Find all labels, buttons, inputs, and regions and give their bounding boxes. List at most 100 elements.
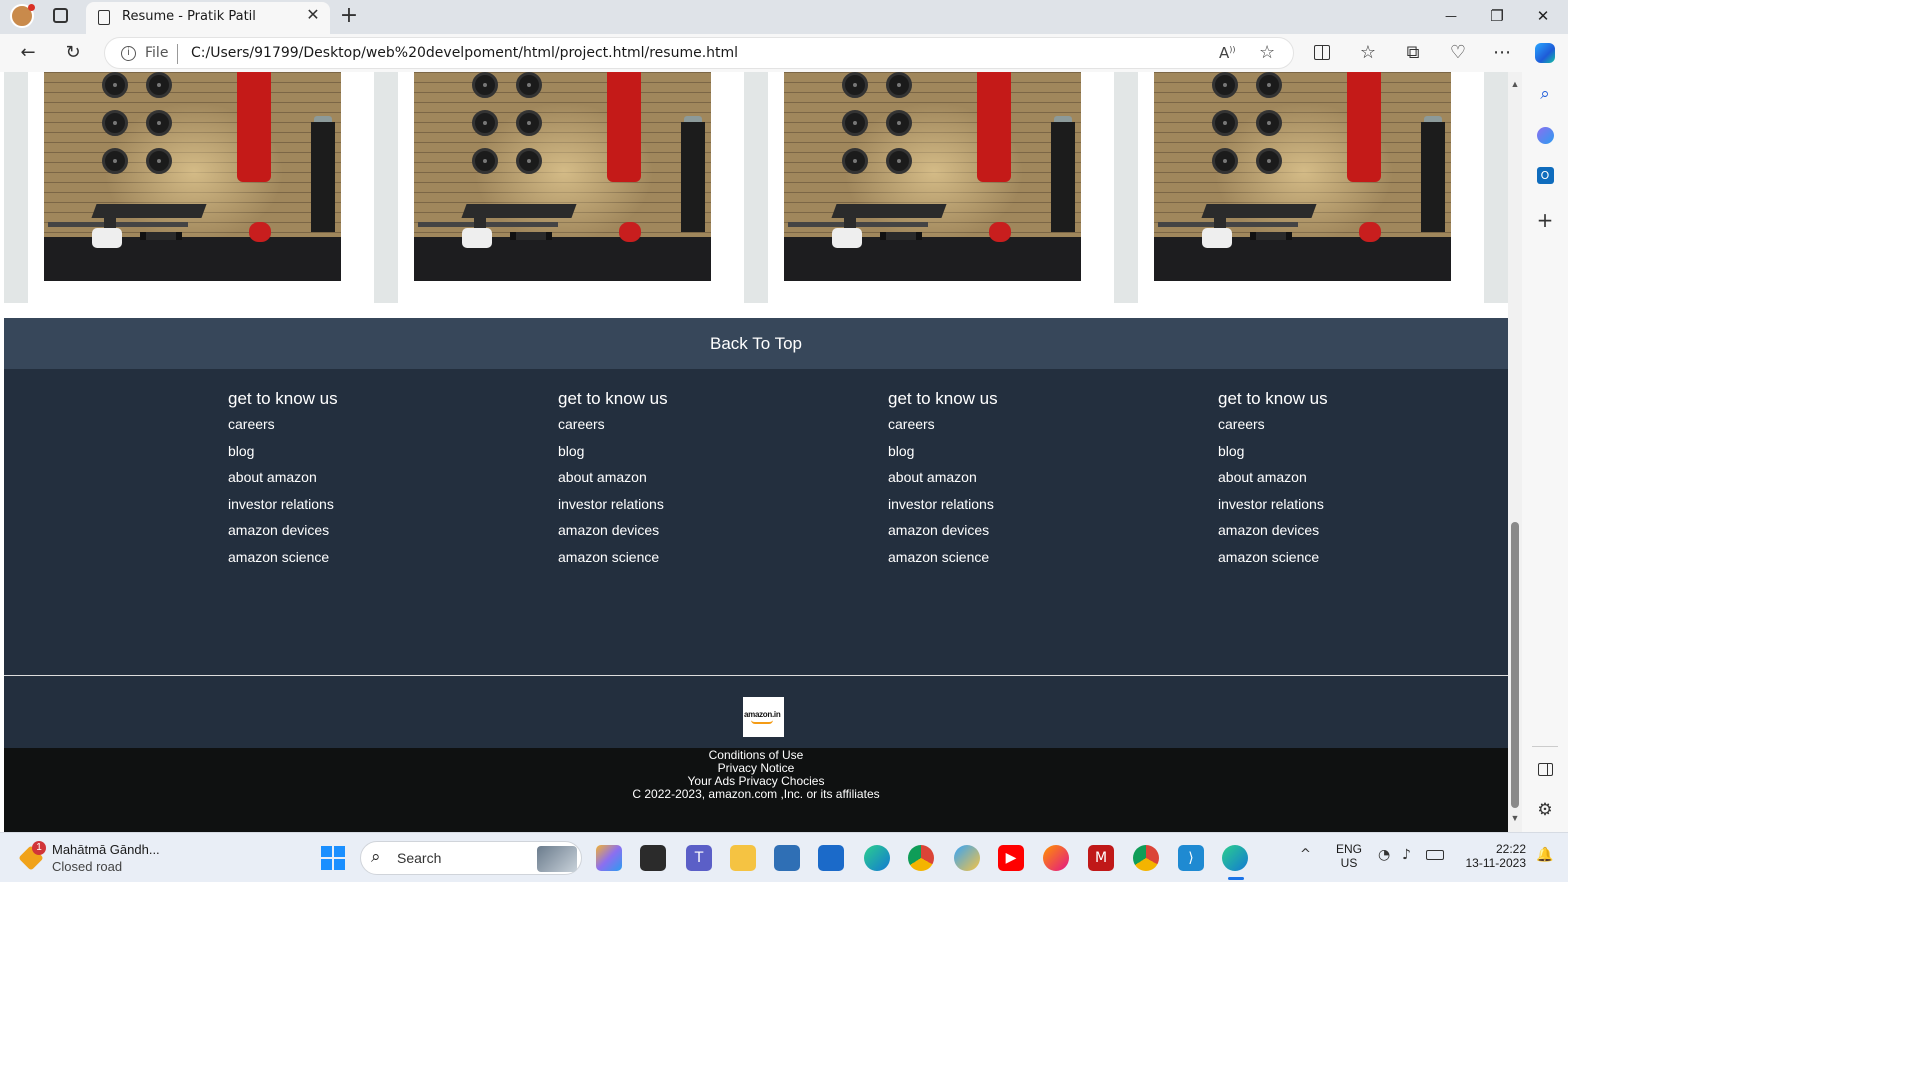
favorite-star-icon[interactable]: ☆ <box>1259 42 1275 63</box>
footer-column-heading: get to know us <box>1218 389 1328 408</box>
weight-plate <box>472 110 498 136</box>
dumbbell <box>140 232 182 240</box>
store-icon[interactable] <box>818 845 844 871</box>
footer-logo-band: amazon.in <box>4 676 1508 748</box>
outlook-icon[interactable]: O <box>1533 164 1557 188</box>
footer-link[interactable]: blog <box>228 441 478 468</box>
firefox-icon[interactable] <box>1043 845 1069 871</box>
footer-link[interactable]: about amazon <box>888 467 1138 494</box>
teams-icon[interactable]: T <box>686 845 712 871</box>
footer-link[interactable]: amazon science <box>228 547 478 574</box>
footer-link[interactable]: careers <box>1218 414 1468 441</box>
more-icon[interactable]: ⋯ <box>1490 41 1514 65</box>
task-view-icon[interactable] <box>640 845 666 871</box>
footer-link[interactable]: blog <box>888 441 1138 468</box>
footer-link[interactable]: amazon devices <box>228 520 478 547</box>
show-hidden-icons[interactable]: ^ <box>1300 847 1311 862</box>
footer-link[interactable]: investor relations <box>228 494 478 521</box>
footer-link[interactable]: investor relations <box>558 494 808 521</box>
read-aloud-icon[interactable]: A)) <box>1219 44 1236 62</box>
search-icon[interactable]: ⌕ <box>1533 82 1557 106</box>
minimize-button[interactable]: — <box>1428 0 1474 32</box>
language-indicator[interactable]: ENG US <box>1334 842 1364 870</box>
footer-link[interactable]: careers <box>558 414 808 441</box>
start-icon[interactable] <box>320 845 346 871</box>
weather-notification[interactable]: 1 Mahātmā Gāndh... Closed road <box>16 839 186 877</box>
weight-bench <box>1201 204 1317 218</box>
copilot-icon[interactable] <box>596 845 622 871</box>
youtube-icon[interactable]: ▶ <box>998 845 1024 871</box>
barbell <box>418 222 558 227</box>
footer-link[interactable]: careers <box>888 414 1138 441</box>
copilot-icon[interactable] <box>1533 41 1557 65</box>
footer-link[interactable]: about amazon <box>558 467 808 494</box>
tab-resume[interactable]: Resume - Pratik Patil ✕ <box>86 2 330 34</box>
wifi-icon[interactable]: ◔ <box>1378 847 1390 863</box>
towel <box>462 228 492 248</box>
footer-link[interactable]: amazon science <box>1218 547 1468 574</box>
tab-actions-icon[interactable] <box>53 8 68 23</box>
battery-icon[interactable] <box>1426 850 1444 860</box>
volume-icon[interactable]: ♪ <box>1402 847 1411 863</box>
amazon-logo[interactable]: amazon.in <box>743 697 784 737</box>
close-tab-icon[interactable]: ✕ <box>304 7 322 25</box>
towel <box>92 228 122 248</box>
weight-plate <box>102 148 128 174</box>
maximize-button[interactable]: ❐ <box>1474 0 1520 32</box>
info-icon[interactable]: i <box>121 46 136 61</box>
footer-link[interactable]: amazon science <box>888 547 1138 574</box>
punching-bag <box>977 72 1011 182</box>
clock[interactable]: 22:22 13-11-2023 <box>1456 842 1527 870</box>
collections-icon[interactable]: ⧉ <box>1401 41 1425 65</box>
footer-link[interactable]: about amazon <box>1218 467 1468 494</box>
chrome-icon[interactable] <box>908 845 934 871</box>
back-icon[interactable]: ← <box>16 41 40 65</box>
notifications-icon[interactable]: 🔔 <box>1536 847 1553 863</box>
footer-link[interactable]: investor relations <box>1218 494 1468 521</box>
close-window-button[interactable]: ✕ <box>1520 0 1566 32</box>
footer-link[interactable]: blog <box>558 441 808 468</box>
weight-plate <box>516 110 542 136</box>
browser-toolbar: ← ↻ i File C:/Users/91799/Desktop/web%20… <box>0 34 1568 72</box>
chrome-profile-icon[interactable] <box>1133 845 1159 871</box>
gallery-gutter <box>1484 72 1508 303</box>
scroll-down-icon[interactable]: ▼ <box>1510 812 1520 824</box>
taskbar-search[interactable]: ⌕ Search <box>360 841 582 875</box>
edge-icon[interactable] <box>864 845 890 871</box>
split-screen-icon[interactable] <box>1310 41 1334 65</box>
footer-link[interactable]: amazon devices <box>558 520 808 547</box>
language-line1: ENG <box>1335 842 1362 856</box>
scrollbar-thumb[interactable] <box>1511 522 1519 808</box>
favorites-icon[interactable]: ☆ <box>1356 41 1380 65</box>
footer-link[interactable]: blog <box>1218 441 1468 468</box>
copilot-app-icon[interactable] <box>954 845 980 871</box>
add-icon[interactable]: + <box>1533 208 1557 232</box>
footer-link[interactable]: amazon devices <box>1218 520 1468 547</box>
address-url[interactable]: C:/Users/91799/Desktop/web%20develpoment… <box>191 45 738 61</box>
remote-desktop-icon[interactable] <box>774 845 800 871</box>
page-scrollbar[interactable]: ▲ ▼ <box>1508 72 1522 832</box>
mcafee-icon[interactable]: M <box>1088 845 1114 871</box>
file-explorer-icon[interactable] <box>730 845 756 871</box>
weight-plate <box>472 148 498 174</box>
refresh-icon[interactable]: ↻ <box>61 41 85 65</box>
footer-link[interactable]: about amazon <box>228 467 478 494</box>
footer-link[interactable]: amazon devices <box>888 520 1138 547</box>
footer-link[interactable]: investor relations <box>888 494 1138 521</box>
image-gallery <box>4 72 1508 303</box>
vscode-icon[interactable]: ⟩ <box>1178 845 1204 871</box>
copilot-icon[interactable] <box>1533 124 1557 148</box>
new-tab-button[interactable]: + <box>338 3 360 29</box>
gallery-gutter <box>1114 72 1138 303</box>
browser-essentials-icon[interactable]: ♡ <box>1446 41 1470 65</box>
address-bar[interactable]: i File C:/Users/91799/Desktop/web%20deve… <box>104 37 1294 69</box>
back-to-top-button[interactable]: Back To Top <box>4 318 1508 369</box>
weight-plate <box>842 110 868 136</box>
settings-icon[interactable]: ⚙ <box>1533 798 1557 822</box>
footer-link[interactable]: amazon science <box>558 547 808 574</box>
panel-icon[interactable] <box>1533 758 1557 782</box>
edge-active-icon[interactable] <box>1222 845 1248 871</box>
scroll-up-icon[interactable]: ▲ <box>1510 78 1520 90</box>
footer-link[interactable]: careers <box>228 414 478 441</box>
amazon-smile-icon <box>751 720 773 724</box>
